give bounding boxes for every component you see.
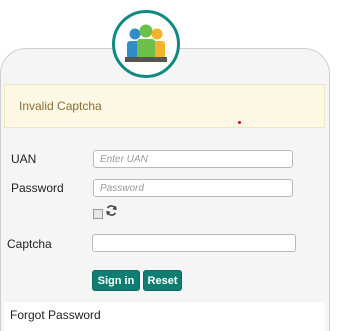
logo-people-icon <box>112 10 180 78</box>
uan-input[interactable] <box>93 150 293 168</box>
captcha-input[interactable] <box>92 234 296 252</box>
refresh-icon[interactable] <box>105 204 118 217</box>
uan-label: UAN <box>11 152 37 166</box>
error-message: Invalid Captcha <box>19 99 102 113</box>
login-page: Invalid Captcha UAN Password Captcha Sig… <box>0 0 340 331</box>
captcha-image-icon <box>93 209 103 219</box>
password-input[interactable] <box>93 179 293 197</box>
password-label: Password <box>11 181 64 195</box>
sign-in-button[interactable]: Sign in <box>92 270 140 291</box>
captcha-label: Captcha <box>7 237 52 251</box>
alert-dot <box>238 121 241 124</box>
footer: Forgot Password <box>4 302 325 331</box>
forgot-password-link[interactable]: Forgot Password <box>10 308 101 322</box>
error-alert: Invalid Captcha <box>4 84 325 128</box>
reset-button[interactable]: Reset <box>143 270 182 291</box>
